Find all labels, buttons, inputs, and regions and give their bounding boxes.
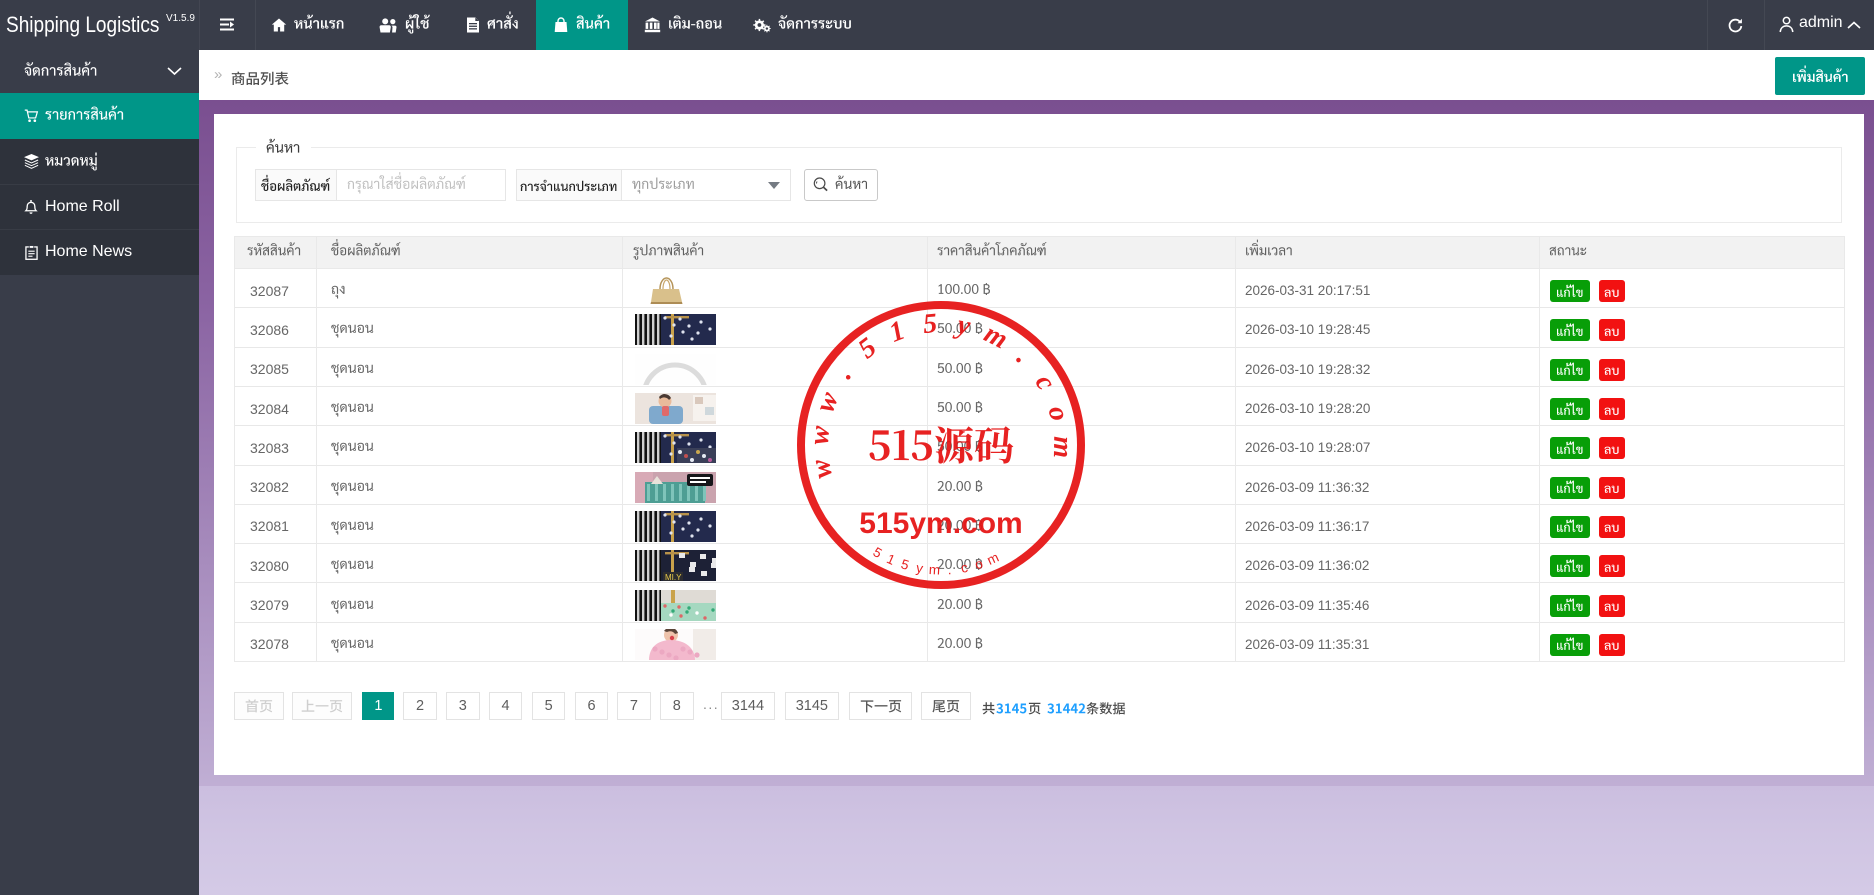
svg-text:m: m [1046,436,1077,458]
svg-text:m: m [984,550,1000,568]
svg-text:c: c [1028,369,1061,396]
svg-text:c: c [959,560,969,576]
svg-text:w: w [803,424,835,445]
svg-text:515ym.com: 515ym.com [859,507,1022,540]
svg-text:.: . [829,360,858,384]
svg-text:5: 5 [899,556,911,573]
svg-text:y: y [951,309,973,342]
svg-text:y: y [914,560,923,576]
svg-text:1: 1 [884,315,908,349]
svg-text:MI.Y: MI.Y [665,573,682,581]
svg-text:5: 5 [870,544,884,561]
svg-text:.: . [947,562,952,577]
svg-text:w: w [804,456,838,481]
svg-text:.: . [1010,342,1036,369]
svg-text:1: 1 [884,551,897,568]
svg-text:o: o [1041,403,1075,425]
svg-text:5: 5 [852,332,882,365]
svg-text:5: 5 [921,308,938,340]
svg-text:o: o [972,556,984,573]
svg-text:w: w [809,388,845,417]
svg-text:m: m [928,562,940,578]
